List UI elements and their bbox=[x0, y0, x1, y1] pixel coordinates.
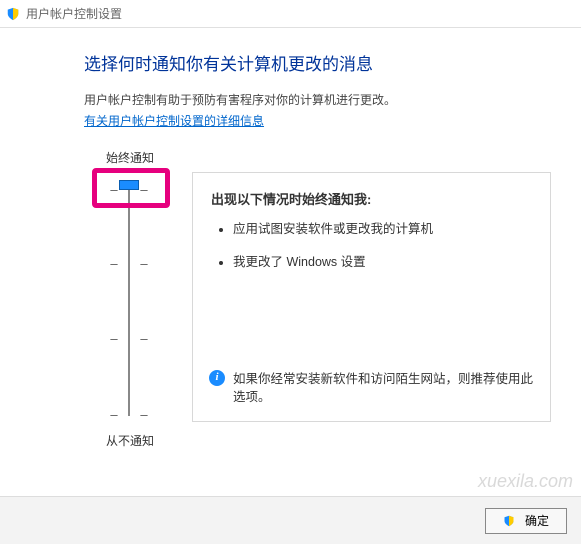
window-title: 用户帐户控制设置 bbox=[26, 5, 122, 22]
content-area: 选择何时通知你有关计算机更改的消息 用户帐户控制有助于预防有害程序对你的计算机进… bbox=[0, 28, 581, 449]
slider-tick-4: –– bbox=[110, 408, 148, 421]
slider-label-bottom: 从不通知 bbox=[106, 432, 551, 449]
shield-icon bbox=[503, 515, 515, 527]
slider-thumb[interactable] bbox=[119, 180, 139, 190]
panel-title: 出现以下情况时始终通知我: bbox=[211, 189, 532, 208]
footer: 确定 bbox=[0, 496, 581, 544]
slider-track bbox=[128, 186, 130, 416]
panel-bullet-list: 应用试图安装软件或更改我的计算机 我更改了 Windows 设置 bbox=[233, 220, 532, 272]
info-icon: i bbox=[209, 370, 225, 386]
shield-icon bbox=[6, 7, 20, 21]
uac-slider[interactable]: –– –– –– –– bbox=[84, 172, 174, 422]
recommendation-row: i 如果你经常安装新软件和访问陌生网站，则推荐使用此选项。 bbox=[209, 370, 534, 408]
watermark: xuexila.com bbox=[478, 471, 573, 492]
description-text: 用户帐户控制有助于预防有害程序对你的计算机进行更改。 bbox=[84, 91, 551, 108]
page-heading: 选择何时通知你有关计算机更改的消息 bbox=[84, 50, 551, 75]
ok-button-label: 确定 bbox=[525, 512, 549, 529]
slider-row: –– –– –– –– 出现以下情况时始终通知我: 应用试图安装软件或更改我的计… bbox=[84, 172, 551, 422]
panel-bullet: 应用试图安装软件或更改我的计算机 bbox=[233, 220, 532, 239]
slider-label-top: 始终通知 bbox=[106, 149, 551, 166]
ok-button[interactable]: 确定 bbox=[485, 508, 567, 534]
titlebar: 用户帐户控制设置 bbox=[0, 0, 581, 28]
level-description-panel: 出现以下情况时始终通知我: 应用试图安装软件或更改我的计算机 我更改了 Wind… bbox=[192, 172, 551, 422]
recommendation-text: 如果你经常安装新软件和访问陌生网站，则推荐使用此选项。 bbox=[233, 370, 534, 408]
panel-bullet: 我更改了 Windows 设置 bbox=[233, 253, 532, 272]
details-link[interactable]: 有关用户帐户控制设置的详细信息 bbox=[84, 112, 264, 129]
slider-tick-2: –– bbox=[110, 257, 148, 270]
slider-tick-3: –– bbox=[110, 332, 148, 345]
